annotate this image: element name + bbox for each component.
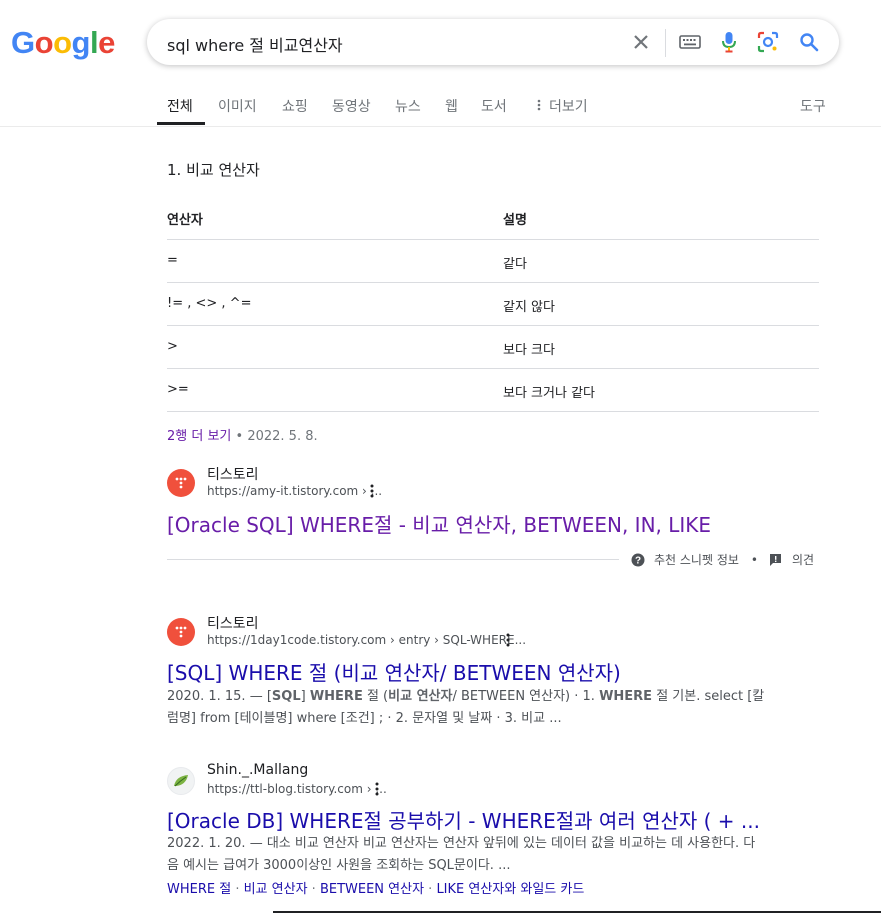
snippet-table: 연산자 설명 = 같다 != , <> , ^= 같지 않다 > 보다 크다 >… — [167, 196, 819, 412]
google-logo[interactable]: Google — [11, 25, 115, 61]
snippet-more-line: 2행 더 보기 • 2022. 5. 8. — [167, 425, 318, 444]
snippet-text: 절 ( — [362, 689, 389, 704]
keyboard-icon[interactable] — [678, 30, 702, 54]
sitelink[interactable]: BETWEEN 연산자 — [320, 882, 424, 897]
snippet-text: ] — [300, 689, 310, 704]
snippet-heading: 1. 비교 연산자 — [167, 161, 260, 179]
tab-news[interactable]: 뉴스 — [395, 96, 421, 116]
table-header-row: 연산자 설명 — [167, 196, 819, 240]
search-input[interactable]: sql where 절 비교연산자 — [167, 32, 343, 56]
table-cell: 보다 크거나 같다 — [503, 386, 595, 401]
table-cell: != , <> , ^= — [167, 296, 252, 311]
table-header-cell: 설명 — [503, 213, 527, 228]
header: Google sql where 절 비교연산자 — [0, 0, 881, 84]
site-url: https://1day1code.tistory.com › entry › … — [207, 633, 527, 647]
snippet-result-title[interactable]: [Oracle SQL] WHERE절 - 비교 연산자, BETWEEN, I… — [167, 509, 711, 538]
logo-letter: l — [89, 25, 99, 60]
sitelink[interactable]: 비교 연산자 — [244, 882, 308, 897]
active-tab-indicator — [157, 122, 205, 125]
tab-tools[interactable]: 도구 — [800, 96, 826, 116]
tab-more-label: 더보기 — [549, 99, 588, 115]
more-rows-link[interactable]: 2행 더 보기 — [167, 429, 231, 444]
highlight-text: WHERE — [599, 689, 653, 704]
table-cell: >= — [167, 382, 189, 397]
table-row: >= 보다 크거나 같다 — [167, 369, 819, 412]
tab-more[interactable]: 더보기 — [537, 96, 588, 116]
tab-books[interactable]: 도서 — [481, 96, 507, 116]
result-sitelinks: WHERE 절 · 비교 연산자 · BETWEEN 연산자 · LIKE 연산… — [167, 878, 584, 897]
search-box[interactable]: sql where 절 비교연산자 — [147, 19, 839, 65]
table-cell: 같지 않다 — [503, 300, 555, 315]
site-name: 티스토리 — [207, 467, 259, 483]
svg-text:?: ? — [635, 555, 641, 566]
tab-shopping[interactable]: 쇼핑 — [282, 96, 308, 116]
site-url: https://amy-it.tistory.com › ... — [207, 484, 383, 498]
table-row: > 보다 크다 — [167, 326, 819, 369]
sitelink-separator: · — [231, 882, 244, 897]
feedback-icon[interactable] — [769, 553, 783, 567]
tistory-favicon-icon — [167, 469, 195, 497]
sitelink[interactable]: WHERE 절 — [167, 882, 231, 897]
logo-letter: o — [34, 25, 54, 60]
sitelink[interactable]: LIKE 연산자와 와일드 카드 — [436, 882, 584, 897]
microphone-icon[interactable] — [717, 30, 741, 54]
tab-all[interactable]: 전체 — [167, 96, 193, 116]
search-divider — [665, 29, 666, 57]
help-icon[interactable]: ? — [631, 553, 645, 567]
site-name: 티스토리 — [207, 616, 259, 632]
tab-images[interactable]: 이미지 — [218, 96, 257, 116]
site-name: Shin._.Mallang — [207, 762, 309, 778]
leaf-favicon-icon — [167, 767, 195, 795]
featured-snippet-footer: ? 추천 스니펫 정보 • 의견 — [631, 551, 814, 568]
tistory-favicon-icon — [167, 618, 195, 646]
result-title[interactable]: [Oracle DB] WHERE절 공부하기 - WHERE절과 여러 연산자… — [167, 805, 760, 834]
more-options-icon[interactable] — [502, 632, 514, 648]
feedback-link[interactable]: 의견 — [792, 551, 814, 568]
result-snippet: 2022. 1. 20. — 대소 비교 연산자 비교 연산자는 연산자 앞뒤에… — [167, 836, 756, 873]
snippet-text: 2020. 1. 15. — [ — [167, 689, 272, 704]
site-url: https://ttl-blog.tistory.com › ... — [207, 782, 387, 796]
result-title[interactable]: [SQL] WHERE 절 (비교 연산자/ BETWEEN 연산자) — [167, 657, 621, 686]
snippet-date: • 2022. 5. 8. — [235, 429, 318, 444]
table-cell: = — [167, 253, 178, 268]
sitelink-separator: · — [307, 882, 320, 897]
more-options-icon[interactable] — [371, 781, 383, 797]
sitelink-separator: · — [424, 882, 437, 897]
highlight-text: WHERE — [309, 689, 363, 704]
tab-videos[interactable]: 동영상 — [332, 96, 371, 116]
table-header-cell: 연산자 — [167, 213, 203, 228]
table-row: != , <> , ^= 같지 않다 — [167, 283, 819, 326]
tab-web[interactable]: 웹 — [445, 96, 458, 116]
result-snippet: 2020. 1. 15. — [SQL] WHERE 절 (비교 연산자/ BE… — [167, 686, 767, 730]
snippet-text: / BETWEEN 연산자) · 1. — [452, 689, 600, 704]
logo-letter: G — [11, 25, 35, 60]
table-row: = 같다 — [167, 240, 819, 283]
table-cell: 같다 — [503, 257, 527, 272]
separator-dot: • — [750, 552, 758, 567]
clear-icon[interactable] — [629, 30, 653, 54]
table-cell: > — [167, 339, 178, 354]
divider — [167, 559, 619, 560]
lens-icon[interactable] — [756, 30, 780, 54]
more-vert-icon — [537, 99, 541, 115]
more-options-icon[interactable] — [366, 483, 378, 499]
about-snippets-link[interactable]: 추천 스니펫 정보 — [654, 551, 739, 568]
highlight-text: 비교 연산자 — [388, 689, 453, 704]
search-tabs: 전체 이미지 쇼핑 동영상 뉴스 웹 도서 더보기 도구 — [0, 84, 881, 127]
logo-letter: o — [53, 25, 72, 60]
logo-letter: e — [98, 25, 115, 60]
logo-letter: g — [71, 25, 91, 60]
highlight-text: SQL — [271, 689, 301, 704]
search-icon[interactable] — [797, 30, 821, 54]
table-cell: 보다 크다 — [503, 343, 555, 358]
